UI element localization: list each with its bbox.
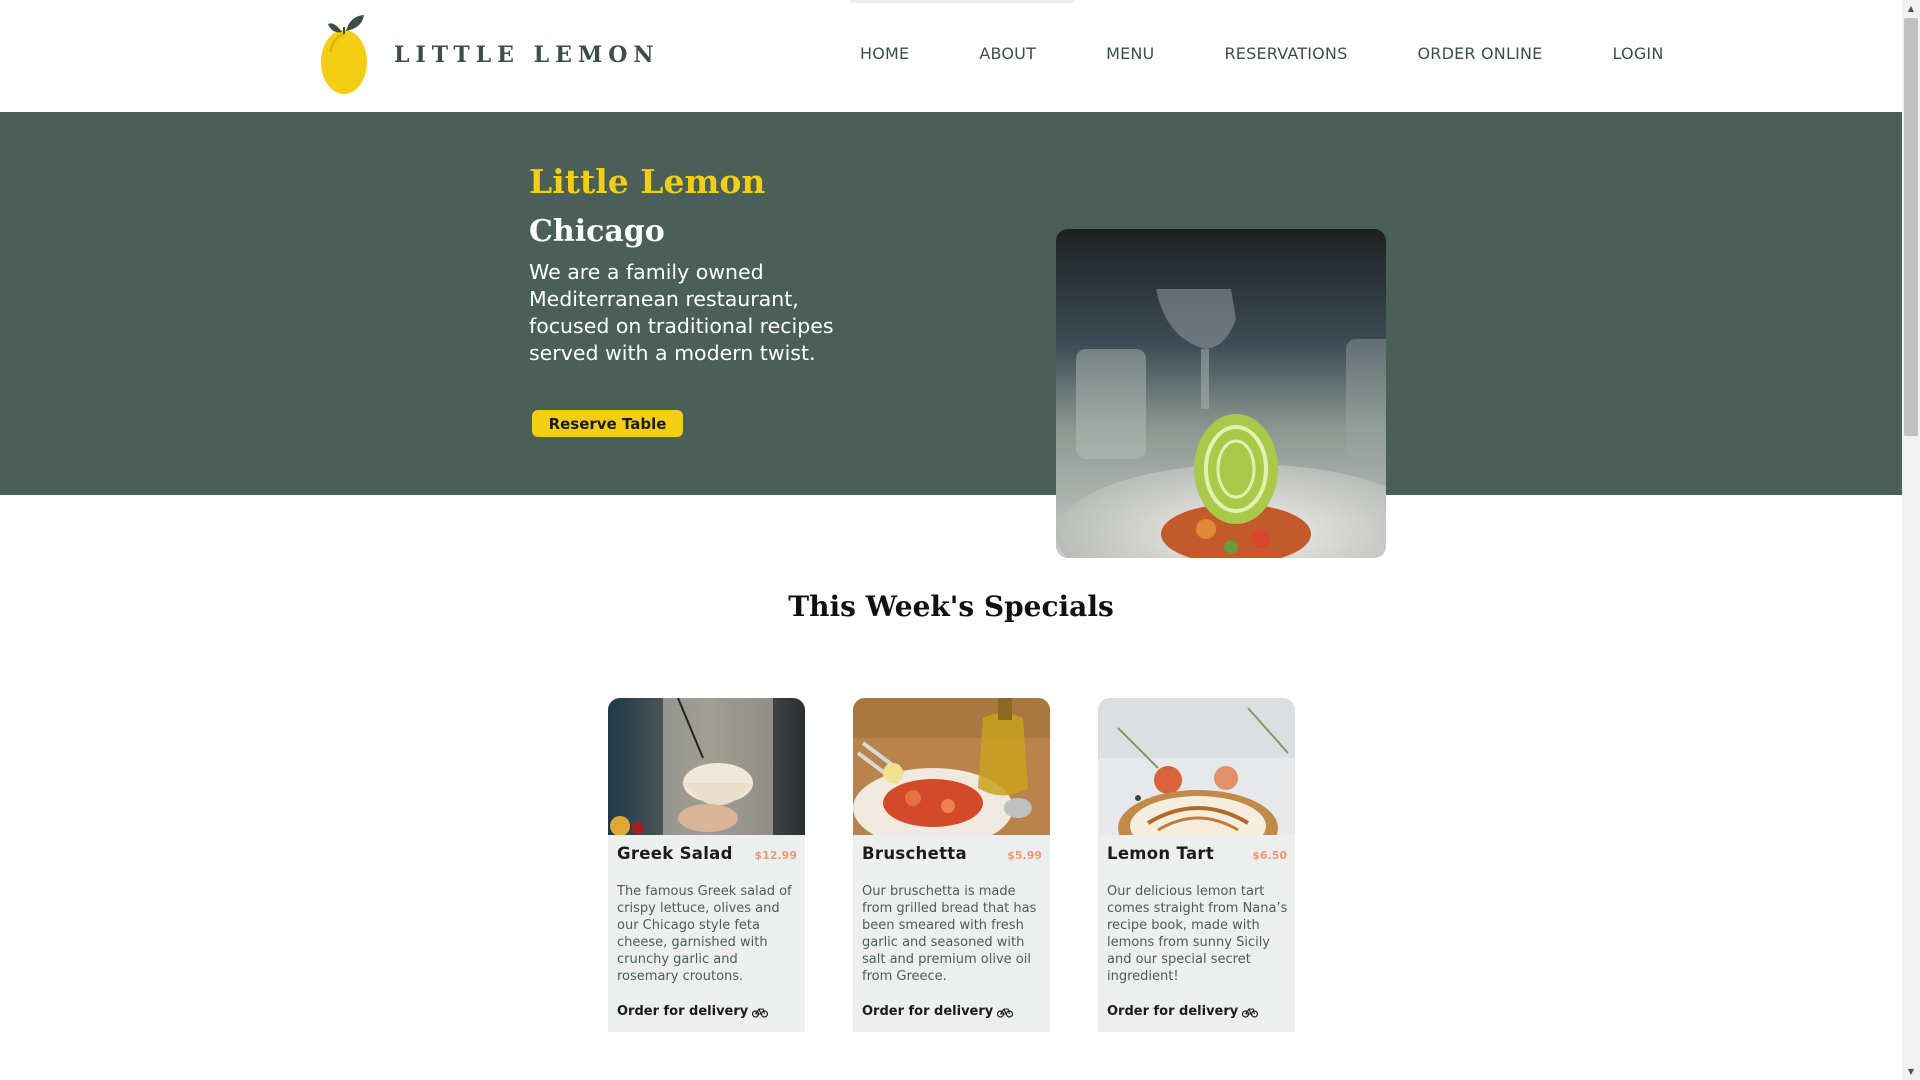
hero-title: Little Lemon bbox=[529, 162, 766, 201]
reserve-table-button[interactable]: Reserve Table bbox=[532, 410, 683, 437]
special-card-greek-salad[interactable]: Greek Salad $12.99 The famous Greek sala… bbox=[608, 698, 805, 1032]
main-nav: HOME ABOUT MENU RESERVATIONS ORDER ONLIN… bbox=[860, 44, 1734, 63]
dish-price: $12.99 bbox=[754, 849, 797, 862]
scroll-up-arrow-icon[interactable]: ▲ bbox=[1902, 0, 1920, 17]
nav-reservations[interactable]: RESERVATIONS bbox=[1224, 44, 1347, 63]
bicycle-icon bbox=[997, 1007, 1014, 1018]
card-header: Bruschetta $5.99 bbox=[862, 844, 1042, 863]
bicycle-icon bbox=[1242, 1007, 1259, 1018]
lemon-tart-photo-icon bbox=[1098, 698, 1295, 835]
card-header: Greek Salad $12.99 bbox=[617, 844, 797, 863]
nav-menu[interactable]: MENU bbox=[1106, 44, 1154, 63]
nav-about[interactable]: ABOUT bbox=[979, 44, 1036, 63]
bruschetta-image bbox=[853, 698, 1050, 835]
dish-price: $5.99 bbox=[1007, 849, 1042, 862]
order-label: Order for delivery bbox=[862, 1004, 994, 1019]
salad-bowl-photo-icon bbox=[608, 698, 805, 835]
hero-section bbox=[0, 112, 1902, 495]
order-for-delivery-link[interactable]: Order for delivery bbox=[617, 1004, 769, 1019]
bicycle-icon bbox=[752, 1007, 769, 1018]
nav-login[interactable]: LOGIN bbox=[1612, 44, 1663, 63]
order-for-delivery-link[interactable]: Order for delivery bbox=[862, 1004, 1014, 1019]
nav-highlight bbox=[850, 0, 1075, 3]
hero-dish-image bbox=[1056, 229, 1386, 558]
specials-title: This Week's Specials bbox=[788, 590, 1114, 623]
site-header: LITTLE LEMON HOME ABOUT MENU RESERVATION… bbox=[0, 0, 1902, 112]
special-card-bruschetta[interactable]: Bruschetta $5.99 Our bruschetta is made … bbox=[853, 698, 1050, 1032]
card-header: Lemon Tart $6.50 bbox=[1107, 844, 1287, 863]
lemon-logo-icon bbox=[321, 15, 367, 94]
dish-name: Lemon Tart bbox=[1107, 844, 1215, 863]
order-label: Order for delivery bbox=[1107, 1004, 1239, 1019]
order-label: Order for delivery bbox=[617, 1004, 749, 1019]
page-scrollbar[interactable]: ▲ ▼ bbox=[1902, 0, 1920, 1080]
logo-text: LITTLE LEMON bbox=[394, 41, 660, 68]
dish-name: Greek Salad bbox=[617, 844, 733, 863]
dish-description: The famous Greek salad of crispy lettuce… bbox=[617, 884, 792, 984]
nav-order-online[interactable]: ORDER ONLINE bbox=[1417, 44, 1542, 63]
logo[interactable]: LITTLE LEMON bbox=[320, 12, 659, 97]
hero-description: We are a family owned Mediterranean rest… bbox=[529, 260, 834, 365]
lemon-tart-image bbox=[1098, 698, 1295, 835]
scroll-down-arrow-icon[interactable]: ▼ bbox=[1902, 1063, 1920, 1080]
order-for-delivery-link[interactable]: Order for delivery bbox=[1107, 1004, 1259, 1019]
dish-description: Our bruschetta is made from grilled brea… bbox=[862, 884, 1037, 984]
dish-price: $6.50 bbox=[1252, 849, 1287, 862]
dish-description: Our delicious lemon tart comes straight … bbox=[1107, 884, 1288, 984]
plated-dish-photo-icon bbox=[1056, 229, 1386, 558]
special-card-lemon-tart[interactable]: Lemon Tart $6.50 Our delicious lemon tar… bbox=[1098, 698, 1295, 1032]
nav-home[interactable]: HOME bbox=[860, 44, 909, 63]
hero-subtitle: Chicago bbox=[529, 214, 665, 249]
bruschetta-photo-icon bbox=[853, 698, 1050, 835]
greek-salad-image bbox=[608, 698, 805, 835]
dish-name: Bruschetta bbox=[862, 844, 967, 863]
scroll-thumb[interactable] bbox=[1904, 18, 1918, 436]
